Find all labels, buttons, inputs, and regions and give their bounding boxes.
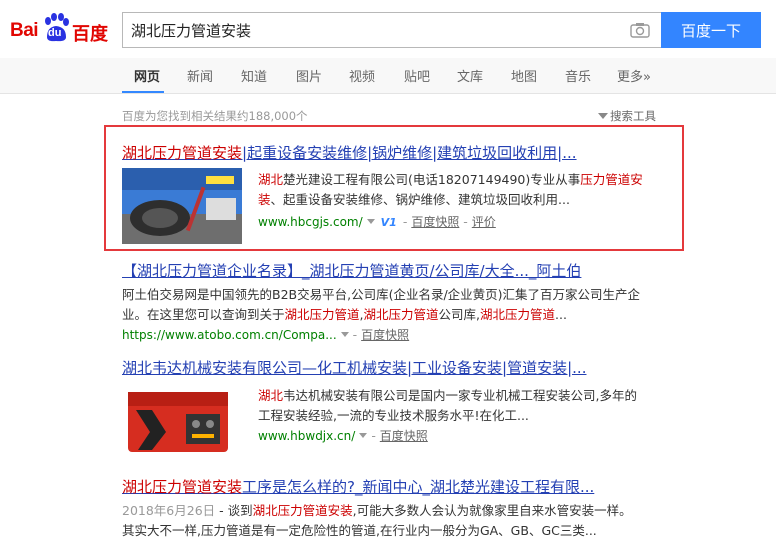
search-tabs: 网页 新闻 知道 图片 视频 贴吧 文库 地图 音乐 更多»: [0, 58, 776, 94]
tab-more[interactable]: 更多»: [617, 66, 651, 85]
result-thumbnail[interactable]: [122, 384, 242, 460]
search-box: [122, 12, 662, 48]
baidu-logo[interactable]: Bai du 百度: [10, 10, 114, 46]
result-count: 百度为您找到相关结果约188,000个: [122, 109, 308, 123]
active-tab-underline: [122, 91, 164, 93]
snapshot-link[interactable]: 百度快照: [361, 328, 409, 342]
tab-zhidao[interactable]: 知道: [241, 66, 267, 85]
tab-tieba[interactable]: 贴吧: [404, 66, 430, 85]
dropdown-arrow-icon[interactable]: [366, 219, 375, 224]
tab-music[interactable]: 音乐: [565, 66, 591, 85]
result-title-link[interactable]: 【湖北压力管道企业名录】_湖北压力管道黄页/公司库/大全..._阿土伯: [122, 260, 722, 281]
snapshot-link[interactable]: 百度快照: [380, 429, 428, 443]
header: Bai du 百度 百度一下: [0, 0, 776, 58]
result-thumbnail[interactable]: [122, 168, 242, 244]
dropdown-arrow-icon[interactable]: [359, 433, 368, 438]
camera-icon[interactable]: [630, 22, 650, 38]
result-title-link[interactable]: 湖北压力管道安装工序是怎么样的?_新闻中心_湖北楚光建设工程有限...: [122, 476, 742, 497]
search-tools-button[interactable]: 搜索工具: [598, 108, 656, 124]
result-url[interactable]: https://www.atobo.com.cn/Compa...: [122, 328, 337, 342]
tab-video[interactable]: 视频: [349, 66, 375, 85]
result-item: 【湖北压力管道企业名录】_湖北压力管道黄页/公司库/大全..._阿土伯 阿土伯交…: [122, 260, 722, 345]
search-button[interactable]: 百度一下: [661, 12, 761, 48]
result-title-link[interactable]: 湖北压力管道安装|起重设备安装维修|锅炉维修|建筑垃圾回收利用|...: [122, 142, 682, 163]
result-item: 湖北压力管道安装|起重设备安装维修|锅炉维修|建筑垃圾回收利用|...: [122, 142, 682, 163]
result-url[interactable]: www.hbwdjx.cn/: [258, 429, 355, 443]
logo-baidu-cn-text: 百度: [72, 24, 108, 45]
search-tools-label: 搜索工具: [610, 109, 656, 123]
result-snippet: 湖北楚光建设工程有限公司(电话18207149490)专业从事压力管道安 装、起…: [258, 170, 668, 233]
snapshot-link[interactable]: 百度快照: [411, 215, 459, 229]
rating-link[interactable]: 评价: [472, 215, 496, 229]
result-item: 湖北压力管道安装工序是怎么样的?_新闻中心_湖北楚光建设工程有限... 2018…: [122, 476, 742, 538]
tab-map[interactable]: 地图: [511, 66, 537, 85]
logo-bai-text: Bai: [10, 20, 39, 41]
tab-images[interactable]: 图片: [296, 66, 322, 85]
result-date: 2018年6月26日: [122, 503, 216, 518]
result-snippet: 湖北韦达机械安装有限公司是国内一家专业机械工程安装公司,多年的 工程安装经验,一…: [258, 388, 637, 443]
tab-webpage[interactable]: 网页: [134, 66, 160, 85]
logo-du-text: du: [48, 27, 62, 39]
verified-v1-icon[interactable]: V1: [381, 213, 397, 233]
search-input[interactable]: [131, 13, 611, 47]
dropdown-arrow-icon[interactable]: [340, 332, 349, 337]
result-item: 湖北韦达机械安装有限公司—化工机械安装|工业设备安装|管道安装|...: [122, 357, 722, 378]
tab-wenku[interactable]: 文库: [457, 66, 483, 85]
result-title-link[interactable]: 湖北韦达机械安装有限公司—化工机械安装|工业设备安装|管道安装|...: [122, 357, 722, 378]
tab-news[interactable]: 新闻: [187, 66, 213, 85]
filter-icon: [598, 113, 608, 119]
result-url[interactable]: www.hbcgjs.com/: [258, 215, 363, 229]
